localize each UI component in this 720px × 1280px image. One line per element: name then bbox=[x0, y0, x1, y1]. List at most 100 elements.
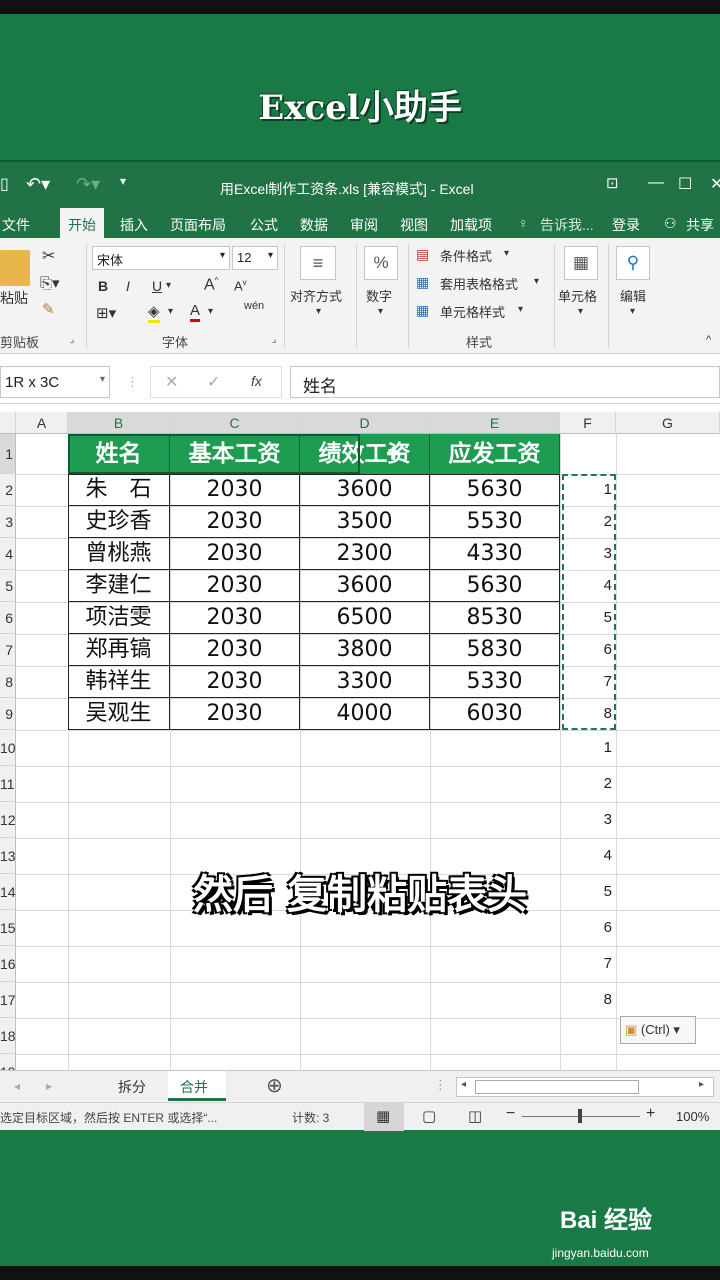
undo-icon[interactable]: ↶▾ bbox=[26, 174, 50, 195]
ribbon-display-icon[interactable]: ⊡ bbox=[606, 174, 619, 192]
collapse-ribbon-icon[interactable]: ^ bbox=[706, 334, 711, 346]
paste-icon[interactable] bbox=[0, 250, 30, 286]
zoom-level[interactable]: 100% bbox=[676, 1109, 709, 1124]
zoom-in-icon[interactable]: + bbox=[646, 1105, 655, 1123]
percent-icon[interactable]: % bbox=[364, 246, 398, 280]
bold-button[interactable]: B bbox=[98, 278, 108, 294]
zoom-slider-thumb[interactable] bbox=[578, 1109, 582, 1123]
table-cell[interactable]: 2030 bbox=[170, 666, 300, 698]
increase-font-icon[interactable]: A^ bbox=[204, 276, 218, 294]
row-header-10[interactable]: 10 bbox=[0, 730, 16, 766]
close-icon[interactable]: ✕ bbox=[710, 174, 720, 194]
f-column-number[interactable]: 7 bbox=[562, 946, 614, 982]
tab-splitter-icon[interactable]: ⋮ bbox=[434, 1077, 447, 1093]
row-header-19[interactable]: 19 bbox=[0, 1054, 16, 1070]
font-launcher-icon[interactable]: ⌟ bbox=[272, 334, 276, 345]
prev-sheet-icon[interactable]: ◂ bbox=[14, 1079, 20, 1093]
add-sheet-icon[interactable]: ⊕ bbox=[266, 1073, 283, 1098]
fill-color-dropdown-icon[interactable]: ▾ bbox=[168, 306, 173, 317]
row-header-9[interactable]: 9 bbox=[0, 698, 16, 730]
table-cell[interactable]: 4000 bbox=[300, 698, 430, 730]
row-header-6[interactable]: 6 bbox=[0, 602, 16, 634]
row-header-3[interactable]: 3 bbox=[0, 506, 16, 538]
number-button[interactable]: 数字 bbox=[366, 286, 392, 305]
table-cell[interactable]: 3500 bbox=[300, 506, 430, 538]
font-name-select[interactable]: 宋体 ▾ bbox=[92, 246, 230, 270]
decrease-font-icon[interactable]: Av bbox=[234, 278, 247, 293]
customize-qat-icon[interactable]: ▾ bbox=[120, 174, 126, 188]
table-cell[interactable]: 史珍香 bbox=[68, 506, 170, 538]
row-header-7[interactable]: 7 bbox=[0, 634, 16, 666]
column-header-a[interactable]: A bbox=[16, 412, 68, 434]
table-cell[interactable]: 3600 bbox=[300, 474, 430, 506]
table-cell[interactable]: 2030 bbox=[170, 698, 300, 730]
border-icon[interactable]: ⊞▾ bbox=[96, 304, 116, 322]
f-column-number[interactable]: 2 bbox=[562, 766, 614, 802]
copy-icon[interactable]: ⎘▾ bbox=[40, 274, 60, 292]
table-cell[interactable]: 3600 bbox=[300, 570, 430, 602]
alignment-icon[interactable]: ≡ bbox=[300, 246, 336, 280]
f-column-number[interactable]: 5 bbox=[562, 602, 614, 634]
tab-data[interactable]: 数据 bbox=[300, 215, 328, 235]
italic-button[interactable]: I bbox=[126, 278, 130, 294]
scroll-left-icon[interactable]: ◂ bbox=[461, 1079, 466, 1090]
tell-me-box[interactable]: 告诉我... bbox=[540, 215, 594, 235]
format-painter-icon[interactable]: ✎ bbox=[42, 300, 55, 318]
f-column-number[interactable]: 3 bbox=[562, 538, 614, 570]
cell-style-dropdown-icon[interactable]: ▾ bbox=[518, 304, 523, 315]
next-sheet-icon[interactable]: ▸ bbox=[46, 1079, 52, 1093]
table-cell[interactable]: 6500 bbox=[300, 602, 430, 634]
name-box[interactable]: 1R x 3C ▾ bbox=[0, 366, 110, 398]
row-header-18[interactable]: 18 bbox=[0, 1018, 16, 1054]
tab-home[interactable]: 开始 bbox=[60, 208, 104, 238]
table-cell[interactable]: 李建仁 bbox=[68, 570, 170, 602]
table-cell[interactable]: 8530 bbox=[430, 602, 560, 634]
tab-addins[interactable]: 加载项 bbox=[450, 215, 492, 235]
table-header-cell[interactable]: 姓名 bbox=[68, 434, 170, 474]
table-format-button[interactable]: 套用表格格式 bbox=[440, 274, 518, 293]
conditional-format-button[interactable]: 条件格式 bbox=[440, 246, 492, 265]
maximize-icon[interactable]: ☐ bbox=[678, 174, 692, 194]
row-header-17[interactable]: 17 bbox=[0, 982, 16, 1018]
table-cell[interactable]: 2300 bbox=[300, 538, 430, 570]
font-color-icon[interactable]: A bbox=[190, 302, 201, 322]
zoom-out-icon[interactable]: − bbox=[506, 1105, 515, 1123]
row-header-8[interactable]: 8 bbox=[0, 666, 16, 698]
row-header-2[interactable]: 2 bbox=[0, 474, 16, 506]
insert-function-button[interactable]: fx bbox=[251, 373, 262, 389]
table-cell[interactable]: 曾桃燕 bbox=[68, 538, 170, 570]
row-header-4[interactable]: 4 bbox=[0, 538, 16, 570]
f-column-number[interactable]: 1 bbox=[562, 474, 614, 506]
font-size-select[interactable]: 12 ▾ bbox=[232, 246, 278, 270]
table-cell[interactable]: 2030 bbox=[170, 634, 300, 666]
scroll-thumb[interactable] bbox=[475, 1080, 639, 1094]
table-cell[interactable]: 郑再镐 bbox=[68, 634, 170, 666]
save-icon[interactable]: ▯ bbox=[0, 174, 9, 194]
f-column-number[interactable]: 2 bbox=[562, 506, 614, 538]
cancel-icon[interactable]: ✕ bbox=[165, 372, 178, 392]
row-header-12[interactable]: 12 bbox=[0, 802, 16, 838]
alignment-dropdown-icon[interactable]: ▾ bbox=[316, 306, 321, 317]
f-column-number[interactable]: 1 bbox=[562, 730, 614, 766]
enter-icon[interactable]: ✓ bbox=[207, 372, 220, 392]
column-header-f[interactable]: F bbox=[560, 412, 616, 434]
f-column-number[interactable]: 6 bbox=[562, 634, 614, 666]
table-cell[interactable]: 6030 bbox=[430, 698, 560, 730]
row-header-1[interactable]: 1 bbox=[0, 434, 16, 474]
cells-dropdown-icon[interactable]: ▾ bbox=[578, 306, 583, 317]
table-cell[interactable]: 5830 bbox=[430, 634, 560, 666]
f-column-number[interactable]: 4 bbox=[562, 570, 614, 602]
cell-style-button[interactable]: 单元格样式 bbox=[440, 302, 505, 321]
table-cell[interactable]: 3300 bbox=[300, 666, 430, 698]
fill-color-icon[interactable]: ◈ bbox=[148, 302, 160, 323]
table-cell[interactable]: 2030 bbox=[170, 570, 300, 602]
edit-button[interactable]: 编辑 bbox=[620, 286, 646, 305]
table-cell[interactable]: 2030 bbox=[170, 602, 300, 634]
tab-review[interactable]: 审阅 bbox=[350, 215, 378, 235]
underline-button[interactable]: U bbox=[152, 278, 162, 294]
redo-icon[interactable]: ↷▾ bbox=[76, 174, 100, 195]
table-header-cell[interactable]: 绩效工资 bbox=[300, 434, 430, 474]
f-column-number[interactable]: 7 bbox=[562, 666, 614, 698]
table-cell[interactable]: 5630 bbox=[430, 570, 560, 602]
row-header-5[interactable]: 5 bbox=[0, 570, 16, 602]
